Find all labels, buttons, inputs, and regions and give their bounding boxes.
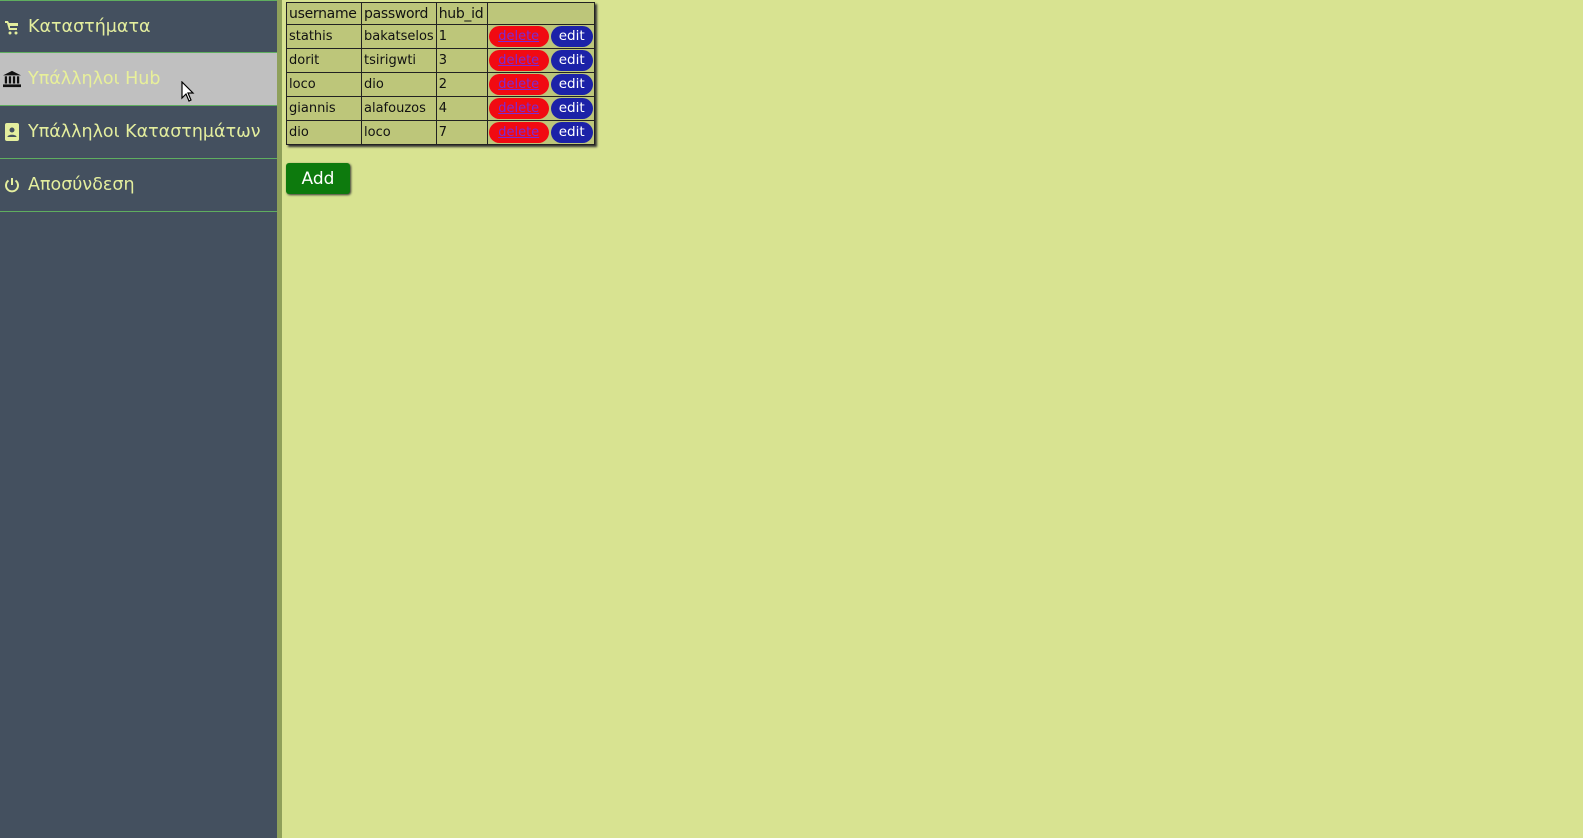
sidebar-item-label: Αποσύνδεση bbox=[28, 175, 135, 195]
table-header-row: username password hub_id bbox=[286, 2, 595, 25]
cell-username: dio bbox=[286, 120, 362, 145]
cell-hub-id: 7 bbox=[435, 120, 488, 145]
cell-hub-id: 3 bbox=[435, 48, 488, 73]
table-row: loco dio 2 delete edit bbox=[286, 72, 595, 97]
delete-button[interactable]: delete bbox=[488, 50, 549, 71]
bank-icon bbox=[3, 70, 21, 88]
delete-button[interactable]: delete bbox=[488, 122, 549, 143]
cell-actions: delete edit bbox=[486, 96, 595, 121]
cell-password: alafouzos bbox=[361, 96, 437, 121]
sidebar-item-hub-employees[interactable]: Υπάλληλοι Hub bbox=[0, 53, 277, 106]
cell-username: stathis bbox=[286, 24, 362, 49]
edit-button[interactable]: edit bbox=[550, 122, 593, 143]
power-icon bbox=[3, 176, 21, 194]
cell-password: loco bbox=[361, 120, 437, 145]
sidebar-item-store-employees[interactable]: Υπάλληλοι Καταστημάτων bbox=[0, 106, 277, 159]
contact-book-icon bbox=[3, 123, 21, 141]
cart-icon bbox=[3, 18, 21, 36]
delete-button[interactable]: delete bbox=[488, 98, 549, 119]
cell-username: giannis bbox=[286, 96, 362, 121]
cell-username: loco bbox=[286, 72, 362, 97]
cell-actions: delete edit bbox=[486, 72, 595, 97]
main-content: username password hub_id stathis bakatse… bbox=[286, 2, 595, 194]
cell-actions: delete edit bbox=[486, 120, 595, 145]
cell-password: dio bbox=[361, 72, 437, 97]
delete-button[interactable]: delete bbox=[488, 26, 549, 47]
sidebar-item-stores[interactable]: Καταστήματα bbox=[0, 0, 277, 53]
header-hub-id: hub_id bbox=[435, 2, 488, 25]
table-row: dio loco 7 delete edit bbox=[286, 120, 595, 145]
users-table: username password hub_id stathis bakatse… bbox=[286, 2, 595, 145]
edit-button[interactable]: edit bbox=[550, 50, 593, 71]
cell-actions: delete edit bbox=[486, 24, 595, 49]
edit-button[interactable]: edit bbox=[550, 74, 593, 95]
sidebar-item-label: Υπάλληλοι Καταστημάτων bbox=[28, 122, 261, 142]
mouse-cursor-icon bbox=[181, 81, 195, 102]
cell-hub-id: 1 bbox=[435, 24, 488, 49]
header-username: username bbox=[286, 2, 362, 25]
cell-actions: delete edit bbox=[486, 48, 595, 73]
header-password: password bbox=[361, 2, 437, 25]
cell-username: dorit bbox=[286, 48, 362, 73]
sidebar-item-label: Υπάλληλοι Hub bbox=[28, 69, 161, 89]
edit-button[interactable]: edit bbox=[550, 26, 593, 47]
table-row: stathis bakatselos 1 delete edit bbox=[286, 24, 595, 49]
sidebar-item-logout[interactable]: Αποσύνδεση bbox=[0, 159, 277, 212]
header-actions bbox=[486, 2, 595, 25]
table-row: dorit tsirigwti 3 delete edit bbox=[286, 48, 595, 73]
table-row: giannis alafouzos 4 delete edit bbox=[286, 96, 595, 121]
cell-password: tsirigwti bbox=[361, 48, 437, 73]
cell-hub-id: 4 bbox=[435, 96, 488, 121]
cell-password: bakatselos bbox=[361, 24, 437, 49]
add-button[interactable]: Add bbox=[286, 163, 350, 194]
sidebar: Καταστήματα Υπάλληλοι Hub Υπάλληλοι Κατα… bbox=[0, 0, 282, 838]
sidebar-item-label: Καταστήματα bbox=[28, 16, 151, 37]
cell-hub-id: 2 bbox=[435, 72, 488, 97]
delete-button[interactable]: delete bbox=[488, 74, 549, 95]
edit-button[interactable]: edit bbox=[550, 98, 593, 119]
